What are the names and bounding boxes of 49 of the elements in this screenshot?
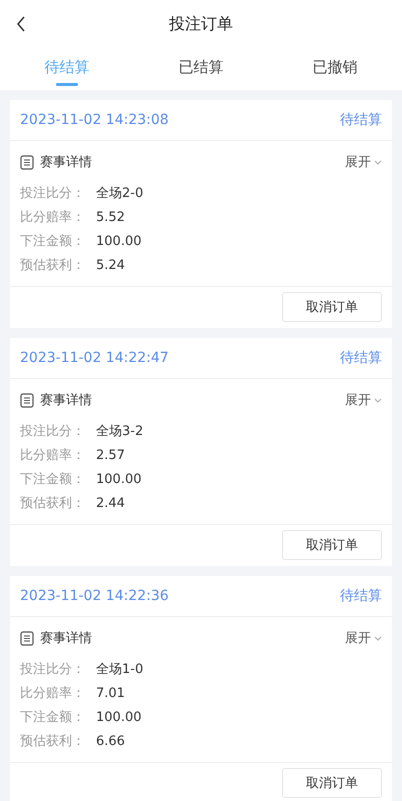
field-value: 2.44 [96, 496, 125, 510]
field-value: 全场1-0 [96, 661, 144, 678]
field-label: 下注金额： [20, 233, 86, 250]
field-value: 7.01 [96, 686, 125, 700]
expand-toggle[interactable]: 展开 [345, 391, 382, 409]
field-label: 投注比分： [20, 185, 86, 202]
order-time: 2023-11-02 14:22:47 [20, 350, 169, 366]
back-icon[interactable] [16, 16, 26, 32]
field-label: 预估获利： [20, 733, 86, 750]
field-label: 比分赔率： [20, 209, 86, 226]
field-label: 预估获利： [20, 495, 86, 512]
document-icon [20, 630, 34, 646]
order-status: 待结算 [340, 349, 382, 367]
field-value: 6.66 [96, 734, 125, 748]
field-label: 比分赔率： [20, 447, 86, 464]
cancel-order-button[interactable]: 取消订单 [282, 530, 382, 560]
chevron-down-icon [374, 636, 382, 640]
field-value: 5.24 [96, 258, 125, 272]
field-label: 投注比分： [20, 423, 86, 440]
cancel-order-button[interactable]: 取消订单 [282, 768, 382, 798]
field-label: 下注金额： [20, 471, 86, 488]
page-title: 投注订单 [169, 14, 233, 34]
expand-toggle[interactable]: 展开 [345, 153, 382, 171]
detail-title: 赛事详情 [40, 630, 92, 647]
field-value: 5.52 [96, 210, 125, 224]
tab[interactable]: 已结算 [134, 48, 268, 90]
document-icon [20, 154, 34, 170]
expand-toggle[interactable]: 展开 [345, 629, 382, 647]
chevron-down-icon [374, 398, 382, 402]
field-label: 比分赔率： [20, 685, 86, 702]
field-label: 预估获利： [20, 257, 86, 274]
detail-title: 赛事详情 [40, 392, 92, 409]
detail-title: 赛事详情 [40, 154, 92, 171]
field-label: 投注比分： [20, 661, 86, 678]
field-value: 100.00 [96, 710, 142, 724]
field-value: 100.00 [96, 472, 142, 486]
order-time: 2023-11-02 14:23:08 [20, 112, 169, 128]
field-value: 2.57 [96, 448, 125, 462]
field-value: 全场2-0 [96, 185, 144, 202]
order-status: 待结算 [340, 111, 382, 129]
field-value: 100.00 [96, 234, 142, 248]
field-value: 全场3-2 [96, 423, 144, 440]
cancel-order-button[interactable]: 取消订单 [282, 292, 382, 322]
order-time: 2023-11-02 14:22:36 [20, 588, 169, 604]
field-label: 下注金额： [20, 709, 86, 726]
document-icon [20, 392, 34, 408]
tab[interactable]: 已撤销 [268, 48, 402, 90]
order-status: 待结算 [340, 587, 382, 605]
chevron-down-icon [374, 160, 382, 164]
